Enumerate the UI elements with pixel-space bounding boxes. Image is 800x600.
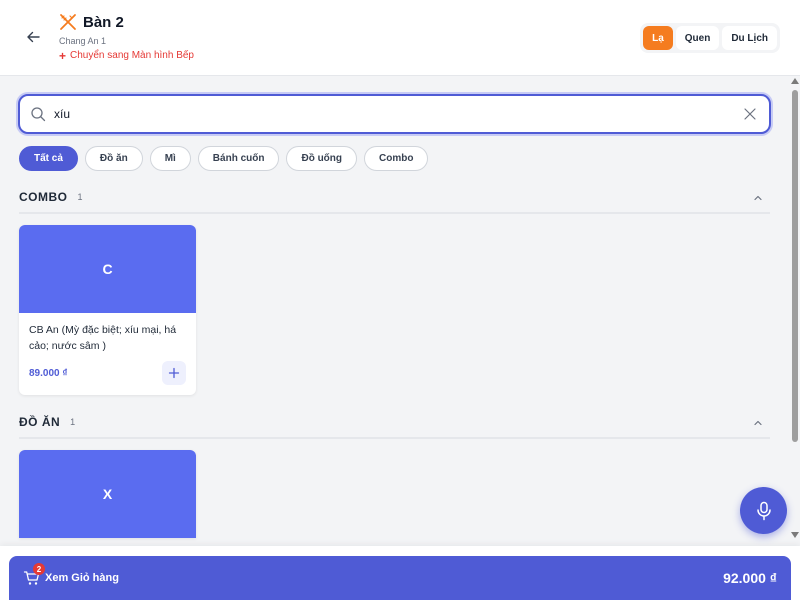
product-info: CB An (Mỳ đặc biệt; xíu mại, há cảo; nướ… [19,313,196,395]
product-thumbnail[interactable]: C [19,225,196,313]
chip-do-an[interactable]: Đồ ăn [84,146,143,171]
product-card[interactable]: X [19,450,196,538]
scroll-down-arrow[interactable] [791,532,799,538]
scroll-up-arrow[interactable] [791,78,799,84]
close-icon[interactable] [743,107,757,121]
plus-icon: + [59,48,67,63]
section-title: ĐỒ ĂN [19,415,61,429]
customer-type-la[interactable]: Lạ [643,26,673,50]
search-icon [30,106,46,122]
plus-icon [168,367,180,379]
product-name: CB An (Mỳ đặc biệt; xíu mại, há cảo; nướ… [29,324,177,352]
chip-mi[interactable]: Mì [149,146,191,171]
page-title: Bàn 2 [83,13,124,31]
section-count: 1 [70,417,76,427]
product-thumbnail[interactable]: X [19,450,196,538]
category-filter: Tất cả Đồ ăn Mì Bánh cuốn Đồ uống Combo [19,146,429,171]
scrollbar[interactable] [790,78,800,538]
cart-icon: 2 [23,563,45,587]
table-info: Bàn 2 Chang An 1 + Chuyển sang Màn hình … [59,13,194,63]
utensils-icon [59,13,77,31]
chip-tat-ca[interactable]: Tất cả [19,146,78,171]
chevron-up-icon[interactable] [752,417,764,429]
scroll-thumb[interactable] [792,90,798,442]
customer-type-quen[interactable]: Quen [675,26,720,50]
switch-to-kitchen-link[interactable]: + Chuyển sang Màn hình Bếp [59,48,194,63]
section-header-do-an[interactable]: ĐỒ ĂN 1 [19,407,770,439]
branch-name: Chang An 1 [59,36,107,46]
voice-input-button[interactable] [740,487,787,534]
chip-combo[interactable]: Combo [364,146,429,171]
section-header-combo[interactable]: COMBO 1 [19,182,770,214]
section-title: COMBO [19,190,68,204]
add-to-cart-button[interactable] [162,361,186,385]
product-card[interactable]: C CB An (Mỳ đặc biệt; xíu mại, há cảo; n… [19,225,196,395]
cart-label: Xem Giỏ hàng [45,572,119,584]
customer-type-toggle: Lạ Quen Du Lịch [640,23,780,53]
cart-footer: 2 Xem Giỏ hàng 92.000 ₫ [0,546,800,600]
chip-do-uong[interactable]: Đồ uống [286,146,358,171]
product-price: 89.000 ₫ [29,368,68,379]
section-count: 1 [77,192,83,202]
cart-count-badge: 2 [33,563,45,575]
header: Bàn 2 Chang An 1 + Chuyển sang Màn hình … [0,0,800,76]
customer-type-du-lich[interactable]: Du Lịch [722,26,777,50]
chip-banh-cuon[interactable]: Bánh cuốn [197,146,280,171]
search-input[interactable] [54,107,743,121]
arrow-left-icon [27,31,40,43]
cart-total: 92.000 ₫ [723,570,777,586]
search-box [18,94,771,134]
back-button[interactable] [22,26,44,48]
kitchen-link-label: Chuyển sang Màn hình Bếp [70,50,194,61]
chevron-up-icon[interactable] [752,192,764,204]
view-cart-button[interactable]: 2 Xem Giỏ hàng 92.000 ₫ [9,556,791,600]
microphone-icon [756,501,771,520]
